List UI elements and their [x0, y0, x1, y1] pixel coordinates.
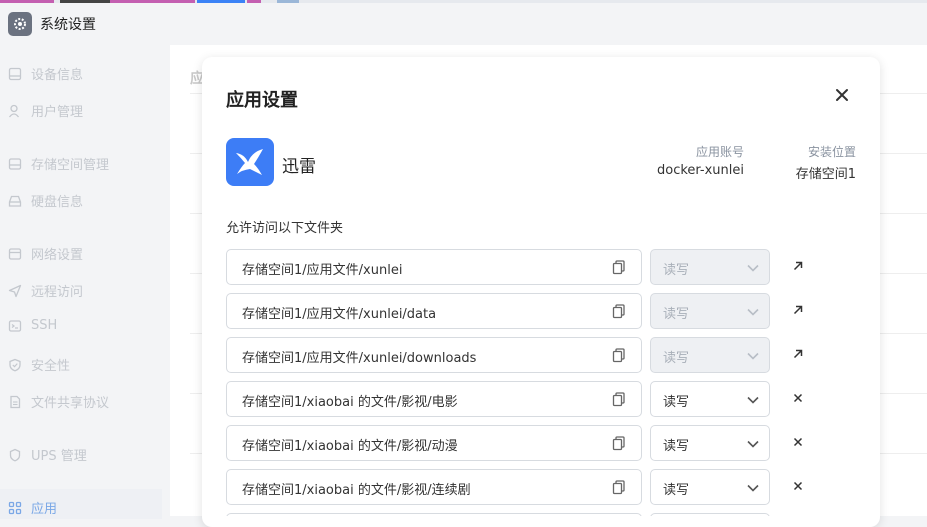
- folder-row: 存储空间1/xiaobai 的文件/影视/动漫 读写: [226, 425, 836, 461]
- permission-value: 读写: [663, 439, 690, 454]
- copy-icon[interactable]: [611, 435, 627, 451]
- terminal-icon: [8, 319, 22, 333]
- folder-path-field[interactable]: 存储空间1/xiaobai 的文件/影视/连续剧: [226, 469, 642, 505]
- open-link-icon[interactable]: [791, 303, 805, 317]
- folder-path: 存储空间1/应用文件/xunlei: [242, 263, 403, 278]
- sidebar-item-remote-access[interactable]: 远程访问: [8, 281, 83, 300]
- chevron-down-icon: [747, 352, 759, 360]
- folder-row: 存储空间1/应用文件/xunlei/downloads 读写: [226, 337, 836, 373]
- sidebar-item-device-info[interactable]: 设备信息: [8, 64, 83, 83]
- sidebar-item-user-management[interactable]: 用户管理: [8, 101, 83, 120]
- folder-path: 存储空间1/xiaobai 的文件/影视/电影: [242, 395, 458, 410]
- remove-icon[interactable]: [791, 479, 805, 493]
- copy-icon[interactable]: [611, 259, 627, 275]
- sidebar-item-label: 应用: [31, 502, 58, 517]
- chevron-down-icon: [747, 440, 759, 448]
- sidebar-item-label: 硬盘信息: [31, 195, 84, 210]
- sidebar-item-label: 用户管理: [31, 105, 84, 120]
- folder-path: 存储空间1/应用文件/xunlei/data: [242, 307, 437, 322]
- close-button[interactable]: [831, 84, 853, 106]
- sidebar-item-apps[interactable]: 应用: [8, 498, 57, 517]
- permission-select: 读写: [650, 337, 770, 373]
- sidebar-item-label: 文件共享协议: [31, 396, 110, 411]
- send-icon: [8, 284, 22, 298]
- sidebar-item-ups[interactable]: UPS 管理: [8, 445, 87, 464]
- sidebar-item-storage-management[interactable]: 存储空间管理: [8, 154, 109, 173]
- folder-access-label: 允许访问以下文件夹: [226, 221, 344, 236]
- storage-icon: [8, 157, 22, 171]
- title-bar: 系统设置: [0, 3, 927, 45]
- sidebar-item-network-settings[interactable]: 网络设置: [8, 244, 83, 263]
- permission-value: 读写: [663, 351, 690, 366]
- device-icon: [8, 67, 22, 81]
- close-icon: [836, 89, 848, 101]
- permission-select: 读写: [650, 293, 770, 329]
- permission-value: 读写: [663, 307, 690, 322]
- chevron-down-icon: [747, 484, 759, 492]
- sidebar: 设备信息 用户管理 存储空间管理 硬盘信息 网络设置 远程访问 SSH 安全性 …: [0, 45, 170, 519]
- permission-value: 读写: [663, 395, 690, 410]
- copy-icon[interactable]: [611, 391, 627, 407]
- user-icon: [8, 104, 22, 118]
- permission-select[interactable]: 读写: [650, 381, 770, 417]
- sidebar-item-label: 设备信息: [31, 68, 84, 83]
- location-value: 存储空间1: [795, 167, 856, 182]
- folder-path: 存储空间1/应用文件/xunlei/downloads: [242, 351, 477, 366]
- network-icon: [8, 247, 22, 261]
- account-label: 应用账号: [695, 145, 744, 159]
- copy-icon[interactable]: [611, 303, 627, 319]
- sidebar-item-label: UPS 管理: [31, 449, 87, 464]
- sidebar-item-label: 存储空间管理: [31, 158, 110, 173]
- account-value: docker-xunlei: [656, 163, 744, 178]
- folder-path-field[interactable]: 存储空间1/xiaobai 的文件/影视/动漫: [226, 425, 642, 461]
- sidebar-item-ssh[interactable]: SSH: [8, 318, 57, 333]
- folder-path-field[interactable]: 存储空间1/应用文件/xunlei/downloads: [226, 337, 642, 373]
- remove-icon[interactable]: [791, 391, 805, 405]
- file-icon: [8, 395, 22, 409]
- sidebar-item-label: 安全性: [31, 359, 71, 374]
- permission-select: 读写: [650, 249, 770, 285]
- folder-row: 存储空间1/xiaobai 的文件/影视/电影 读写: [226, 381, 836, 417]
- battery-icon: [8, 448, 22, 462]
- copy-icon[interactable]: [611, 479, 627, 495]
- permission-select[interactable]: 读写: [650, 425, 770, 461]
- permission-select[interactable]: 读写: [650, 469, 770, 505]
- apps-icon: [8, 501, 22, 515]
- open-link-icon[interactable]: [791, 259, 805, 273]
- sidebar-item-label: 远程访问: [31, 285, 84, 300]
- sidebar-item-file-sharing[interactable]: 文件共享协议: [8, 392, 109, 411]
- chevron-down-icon: [747, 264, 759, 272]
- folder-row: 存储空间1/应用文件/xunlei/data 读写: [226, 293, 836, 329]
- sidebar-item-security[interactable]: 安全性: [8, 355, 70, 374]
- app-name: 迅雷: [282, 157, 316, 177]
- window-title: 系统设置: [40, 17, 96, 33]
- folder-path-field[interactable]: 存储空间1/xiaobai 的文件/影视/电影: [226, 381, 642, 417]
- sidebar-item-label: SSH: [31, 318, 58, 333]
- sidebar-item-label: 网络设置: [31, 248, 84, 263]
- permission-value: 读写: [663, 483, 690, 498]
- folder-path-field[interactable]: 存储空间1/应用文件/xunlei/data: [226, 293, 642, 329]
- folder-row: 存储空间1/应用文件/xunlei 读写: [226, 249, 836, 285]
- remove-icon[interactable]: [791, 435, 805, 449]
- open-link-icon[interactable]: [791, 347, 805, 361]
- location-label: 安装位置: [807, 145, 856, 159]
- xunlei-logo-icon: [226, 138, 274, 186]
- disk-icon: [8, 194, 22, 208]
- copy-icon[interactable]: [611, 347, 627, 363]
- sidebar-item-disk-info[interactable]: 硬盘信息: [8, 191, 83, 210]
- chevron-down-icon: [747, 396, 759, 404]
- app-settings-dialog: 应用设置 迅雷 应用账号 docker-xunlei 安装位置 存储空间1 允许…: [202, 57, 880, 527]
- dialog-title: 应用设置: [226, 90, 298, 111]
- shield-icon: [8, 358, 22, 372]
- permission-value: 读写: [663, 263, 690, 278]
- settings-gear-icon: [8, 12, 32, 36]
- chevron-down-icon: [747, 308, 759, 316]
- folder-row: 存储空间1/xiaobai 的文件/影视/连续剧 读写: [226, 469, 836, 505]
- folder-path-field[interactable]: 存储空间1/应用文件/xunlei: [226, 249, 642, 285]
- folder-path: 存储空间1/xiaobai 的文件/影视/连续剧: [242, 483, 471, 498]
- folder-path: 存储空间1/xiaobai 的文件/影视/动漫: [242, 439, 458, 454]
